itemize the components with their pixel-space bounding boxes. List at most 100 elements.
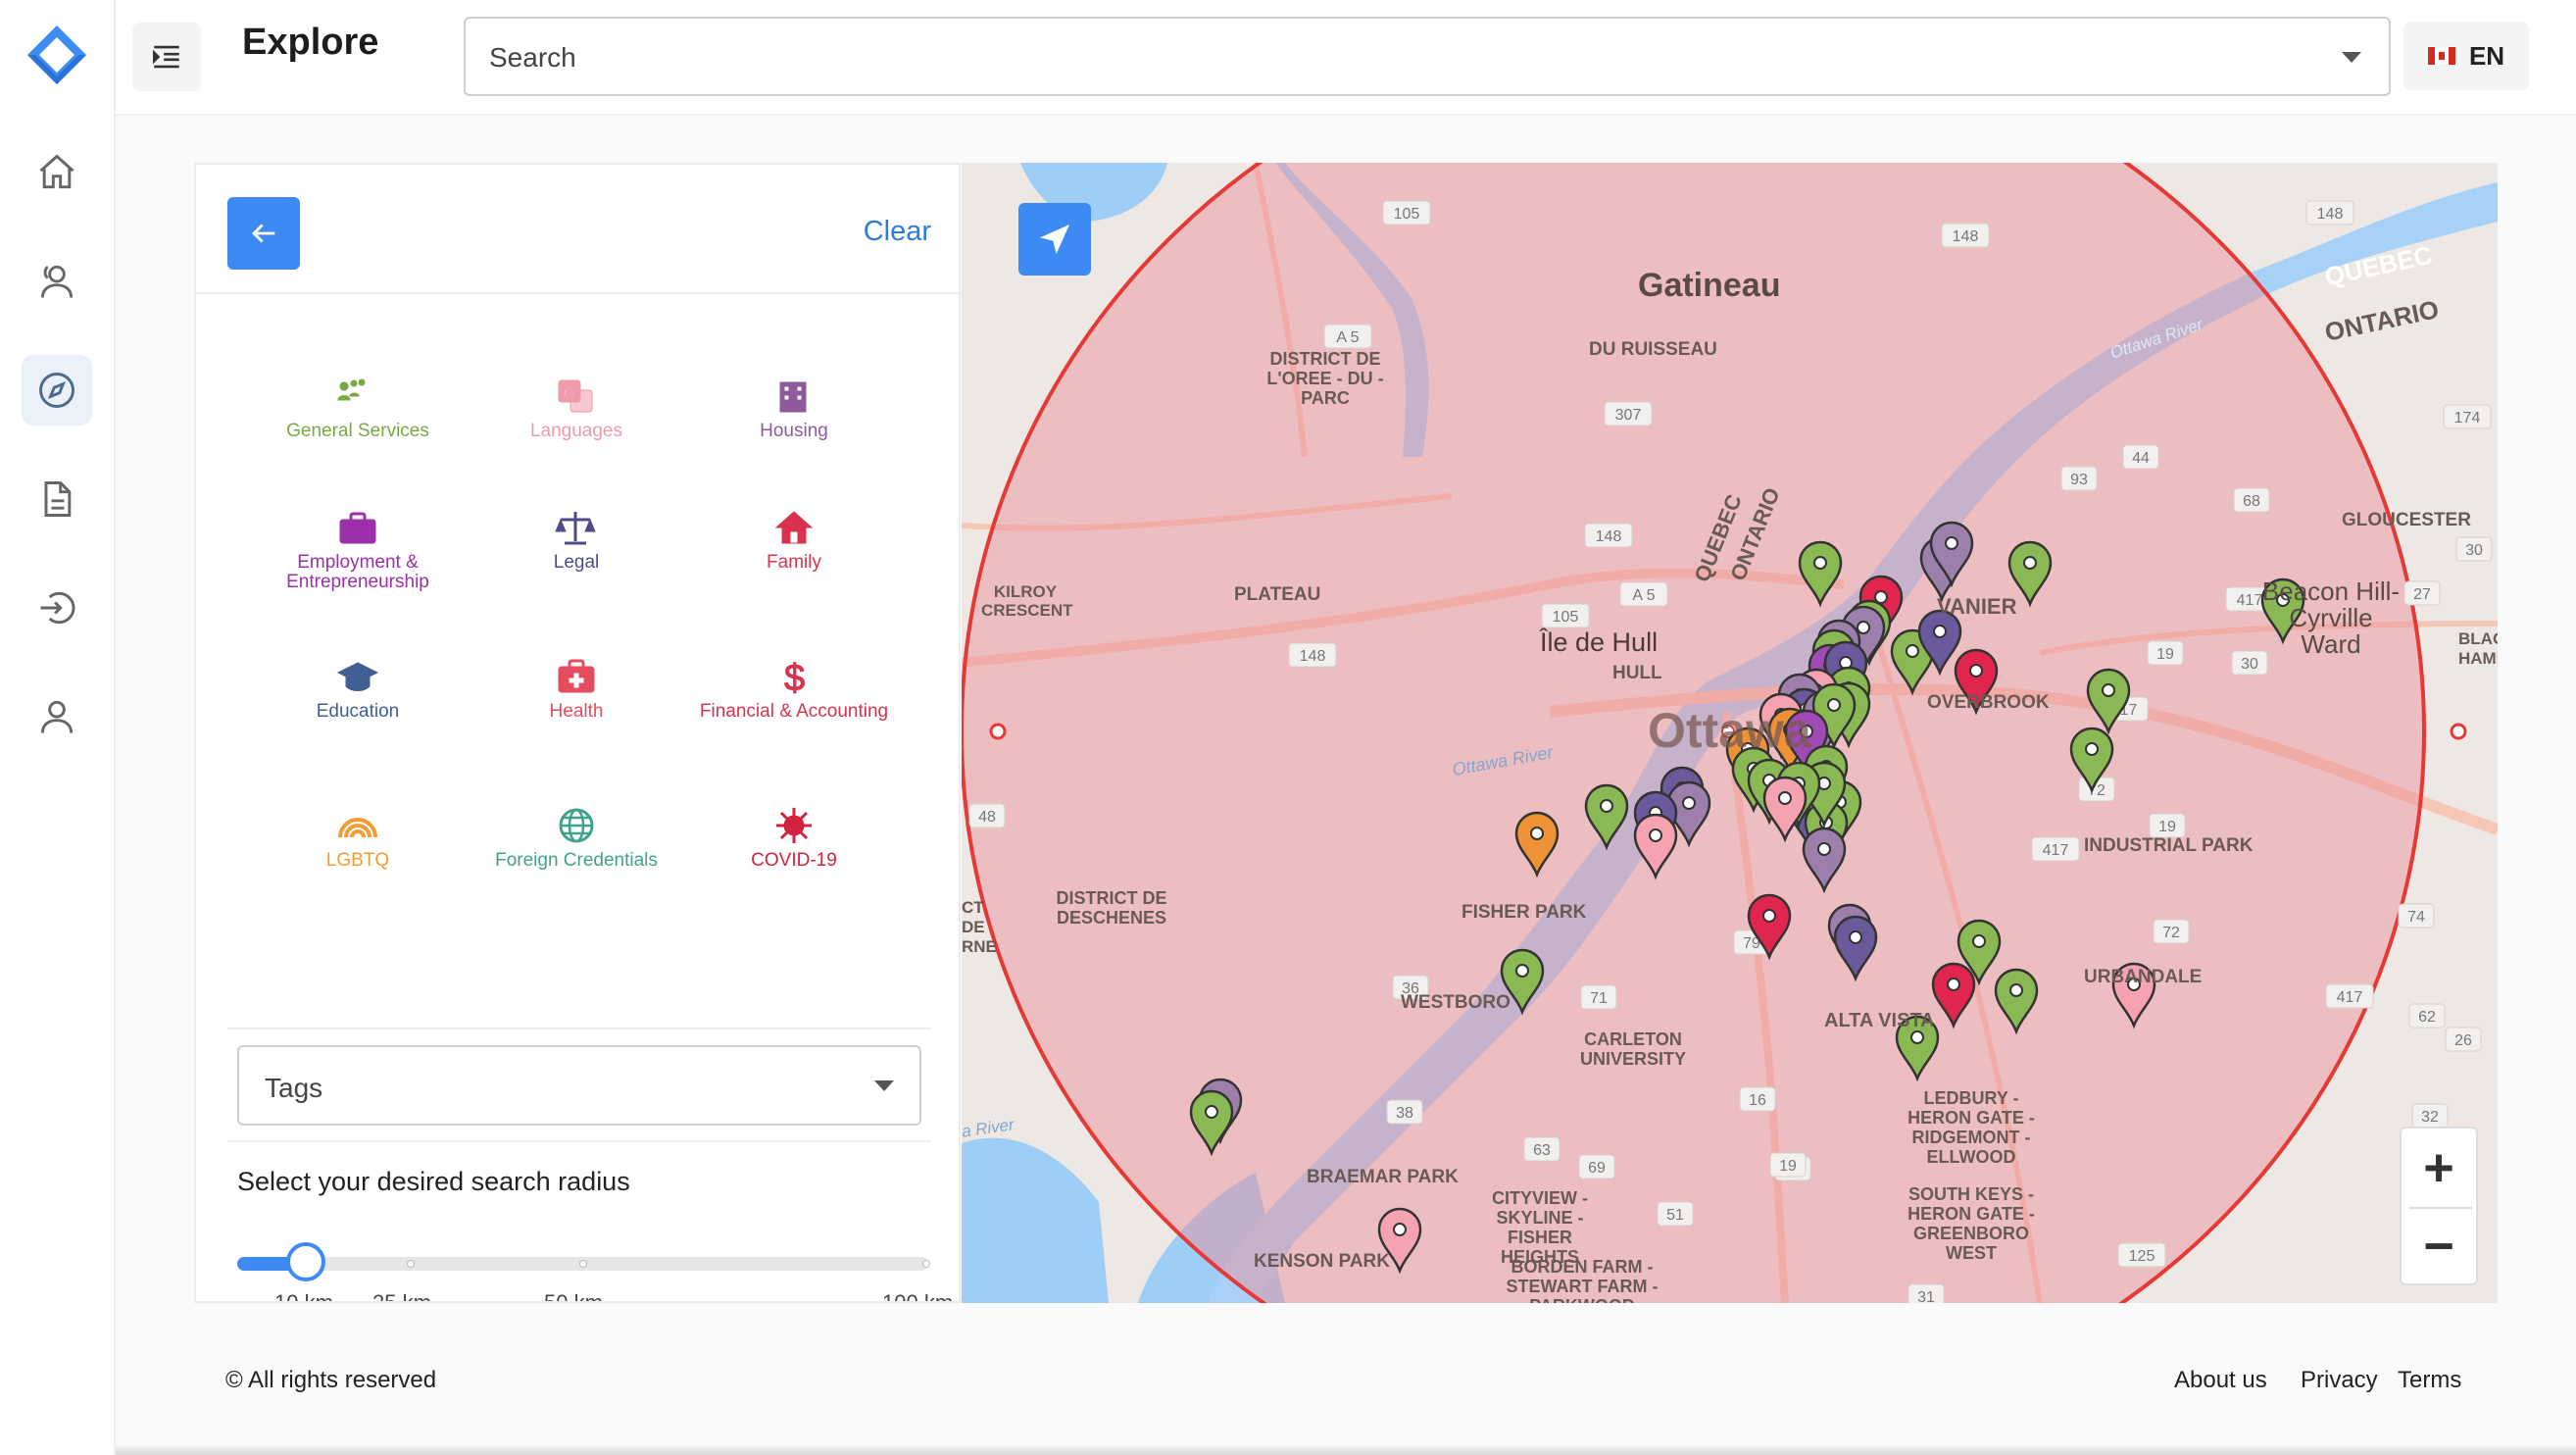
- category-financial-accounting[interactable]: $ Financial & Accounting: [686, 657, 902, 722]
- home-icon: [39, 154, 74, 189]
- map-marker-dot: [1969, 664, 1983, 677]
- graduation-cap-icon: [336, 662, 379, 691]
- language-button[interactable]: EN: [2403, 22, 2529, 90]
- category-label: Family: [767, 552, 821, 573]
- road-shield-label: 26: [2454, 1032, 2472, 1049]
- left-sidebar: [0, 0, 116, 1455]
- category-label: Education: [316, 701, 400, 722]
- map-label-carleton: CARLETON UNIVERSITY: [1579, 1029, 1687, 1069]
- category-general-services[interactable]: General Services: [250, 376, 466, 441]
- chevron-down-icon[interactable]: [2342, 52, 2361, 63]
- category-languages[interactable]: G Languages: [469, 376, 684, 441]
- footer-link-about[interactable]: About us: [2174, 1367, 2267, 1394]
- menu-toggle-button[interactable]: [132, 23, 201, 91]
- map-marker-dot: [1849, 930, 1862, 944]
- clear-button[interactable]: Clear: [864, 216, 931, 248]
- map-marker-dot: [1857, 621, 1870, 634]
- road-shield-label: 148: [1953, 228, 1979, 245]
- map-label-hull: HULL: [1612, 663, 1662, 683]
- map-marker-dot: [2023, 556, 2037, 570]
- radius-slider-thumb[interactable]: [286, 1242, 325, 1281]
- road-shield-label: 63: [1533, 1142, 1551, 1159]
- map-marker-dot: [2009, 983, 2023, 997]
- category-education[interactable]: Education: [250, 657, 466, 722]
- road-shield-label: 307: [1615, 407, 1642, 424]
- map-marker-dot: [1813, 556, 1827, 570]
- road-shield-label: 417: [2337, 989, 2363, 1006]
- map-label-ottawa: Ottawa: [1648, 703, 1811, 758]
- footer-link-privacy[interactable]: Privacy: [2301, 1367, 2378, 1394]
- map-label-district-oree: DISTRICT DE L'OREE - DU - PARC: [1266, 349, 1384, 408]
- radius-option-label[interactable]: 25 km: [372, 1290, 431, 1301]
- navigation-arrow-icon: [1040, 225, 1069, 254]
- road-shield-label: 19: [2158, 819, 2176, 835]
- category-covid-19[interactable]: COVID-19: [686, 806, 902, 871]
- map-label-du-ruisseau: DU RUISSEAU: [1589, 339, 1717, 360]
- page-title: Explore: [242, 22, 379, 63]
- app-logo-icon[interactable]: [22, 22, 92, 92]
- category-health[interactable]: Health: [469, 657, 684, 722]
- nav-users[interactable]: [22, 246, 92, 317]
- map-label-overbrook: OVERBROOK: [1927, 692, 2050, 713]
- map-marker-dot: [1817, 842, 1831, 856]
- map-marker-dot: [1393, 1223, 1407, 1236]
- compass-icon: [39, 373, 74, 408]
- road-shield-label: 30: [2465, 542, 2483, 559]
- search-input[interactable]: [489, 36, 2254, 79]
- nav-home[interactable]: [22, 137, 92, 208]
- nav-profile[interactable]: [22, 681, 92, 752]
- road-shield-label: 27: [2413, 586, 2431, 603]
- map-view[interactable]: 105 148 A 5 307 148 105 A 5 148 93 44 174 30 417 27 14…: [962, 163, 2498, 1303]
- back-button[interactable]: [227, 197, 300, 270]
- radius-option-label[interactable]: 50 km: [544, 1290, 603, 1301]
- zoom-controls: + −: [2400, 1127, 2478, 1285]
- virus-icon: [776, 808, 812, 843]
- divider: [227, 1028, 931, 1029]
- map-label-cityview: CITYVIEW - SKYLINE - FISHER HEIGHTS: [1492, 1188, 1588, 1267]
- road-shield-label: 19: [1779, 1158, 1797, 1175]
- bottom-edge: [116, 1445, 2576, 1455]
- map-label-borden: BORDEN FARM - STEWART FARM - PARKWOOD: [1506, 1257, 1659, 1303]
- category-legal[interactable]: Legal: [469, 508, 684, 573]
- category-family[interactable]: Family: [686, 508, 902, 573]
- nav-explore[interactable]: [22, 355, 92, 426]
- svg-text:G: G: [564, 384, 574, 400]
- road-shield-label: 125: [2129, 1248, 2155, 1265]
- tags-select[interactable]: Tags: [237, 1045, 921, 1126]
- chevron-down-icon: [874, 1080, 894, 1091]
- category-employment-entrepreneurship[interactable]: Employment & Entrepreneurship: [250, 508, 466, 592]
- road-shield-label: 148: [2317, 206, 2344, 223]
- road-shield-label: 69: [1588, 1160, 1606, 1177]
- map-label-gloucester: GLOUCESTER: [2342, 510, 2471, 530]
- nav-login[interactable]: [22, 573, 92, 643]
- category-lgbtq[interactable]: LGBTQ: [250, 806, 466, 871]
- map-label-alta-vista: ALTA VISTA: [1824, 1010, 1935, 1031]
- category-label: Housing: [760, 421, 828, 441]
- map-label-beacon-hill: Beacon Hill-Cyrville Ward: [2261, 577, 2401, 659]
- map-label-kenson: KENSON PARK: [1254, 1251, 1390, 1272]
- road-shield-label: 30: [2241, 656, 2258, 673]
- zoom-out-button[interactable]: −: [2402, 1207, 2476, 1285]
- footer-link-terms[interactable]: Terms: [2398, 1367, 2461, 1394]
- scales-icon: [555, 512, 596, 545]
- radius-option-label[interactable]: 100 km: [882, 1290, 953, 1301]
- category-housing[interactable]: Housing: [686, 376, 902, 441]
- road-shield-label: 19: [2156, 646, 2174, 663]
- map-label-ct-de-rne: CT DE RNE: [962, 898, 997, 956]
- map-label-blackburn: BLACKB HAMI: [2458, 629, 2498, 668]
- category-label: Languages: [529, 421, 623, 441]
- category-label: Employment & Entrepreneurship: [286, 552, 429, 592]
- category-foreign-credentials[interactable]: Foreign Credentials: [469, 806, 684, 871]
- locate-me-button[interactable]: [1018, 203, 1091, 276]
- search-field[interactable]: [464, 17, 2391, 96]
- tags-placeholder: Tags: [265, 1073, 323, 1103]
- category-label: Health: [549, 701, 604, 722]
- road-shield-label: 93: [2070, 472, 2088, 488]
- canada-flag-icon: [2427, 47, 2455, 65]
- category-label: Foreign Credentials: [495, 850, 658, 871]
- zoom-in-button[interactable]: +: [2402, 1129, 2476, 1207]
- map-label-district-deschenes: DISTRICT DE DESCHENES: [1056, 888, 1167, 928]
- road-shield-label: 16: [1749, 1092, 1766, 1109]
- radius-option-label[interactable]: 10 km: [274, 1290, 333, 1301]
- nav-documents[interactable]: [22, 464, 92, 534]
